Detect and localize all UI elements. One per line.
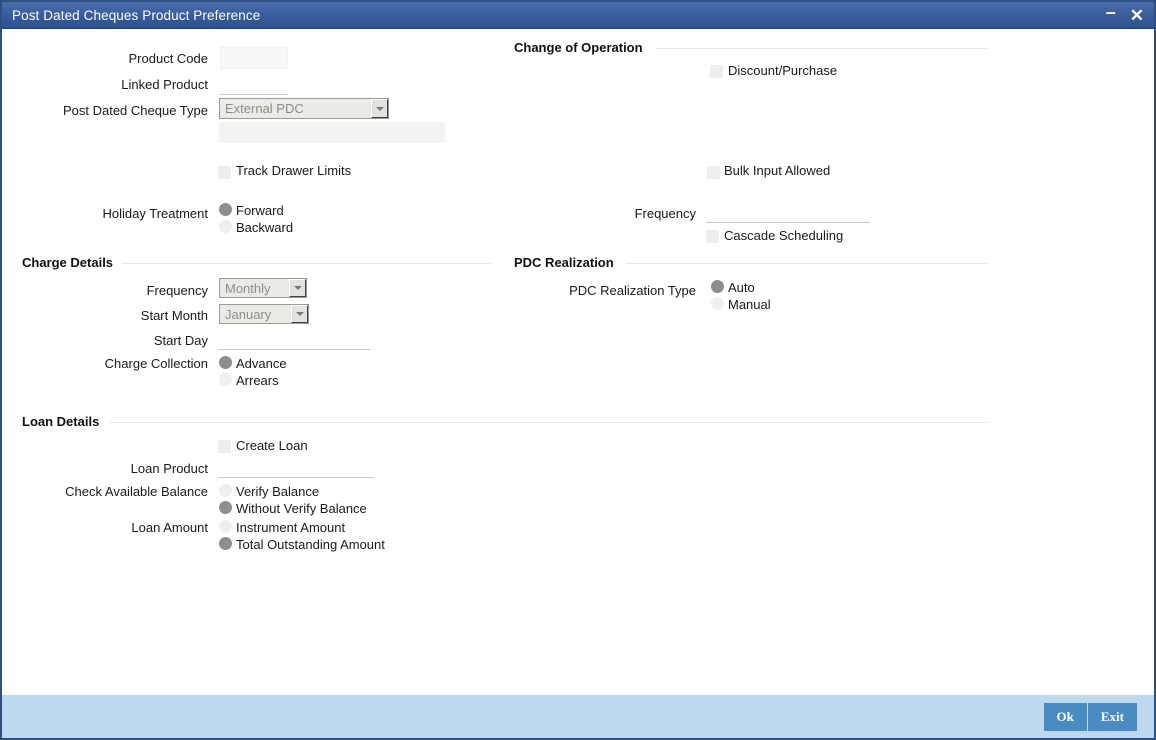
charge-details-divider bbox=[122, 263, 491, 264]
pdc-type-select[interactable]: External PDC bbox=[219, 98, 389, 119]
operation-frequency-input[interactable] bbox=[706, 201, 870, 223]
charge-collection-advance-radio[interactable] bbox=[219, 356, 232, 369]
start-day-label: Start Day bbox=[153, 333, 208, 348]
window-title: Post Dated Cheques Product Preference bbox=[12, 7, 261, 23]
pdc-type-select-value: External PDC bbox=[225, 101, 304, 116]
pdc-realization-manual-radio[interactable] bbox=[711, 297, 724, 310]
footer-bar: Ok Exit bbox=[2, 695, 1154, 738]
loan-details-divider bbox=[110, 422, 988, 423]
close-icon[interactable]: ✕ bbox=[1130, 7, 1144, 24]
pdc-realization-type-label: PDC Realization Type bbox=[569, 283, 696, 298]
linked-product-label: Linked Product bbox=[121, 77, 208, 92]
pdc-realization-manual-label: Manual bbox=[728, 297, 771, 312]
holiday-treatment-backward-label: Backward bbox=[236, 220, 294, 235]
pdc-realization-section-title: PDC Realization bbox=[514, 255, 614, 270]
pdc-realization-auto-label: Auto bbox=[728, 280, 755, 295]
product-code-label: Product Code bbox=[128, 51, 209, 66]
minimize-icon[interactable]: – bbox=[1106, 3, 1116, 21]
charge-collection-advance-label: Advance bbox=[236, 356, 287, 371]
chevron-down-icon[interactable] bbox=[371, 99, 388, 118]
holiday-treatment-forward-label: Forward bbox=[236, 203, 284, 218]
product-code-input[interactable] bbox=[220, 47, 288, 69]
pdc-realization-auto-radio[interactable] bbox=[711, 280, 724, 293]
create-loan-checkbox[interactable] bbox=[218, 440, 231, 453]
holiday-treatment-backward-radio[interactable] bbox=[219, 220, 232, 233]
verify-balance-radio[interactable] bbox=[219, 484, 232, 497]
start-month-select[interactable]: January bbox=[219, 304, 309, 324]
charge-frequency-label: Frequency bbox=[146, 283, 208, 298]
pdc-realization-divider bbox=[626, 263, 988, 264]
instrument-amount-radio[interactable] bbox=[219, 520, 232, 533]
form-content: Product Code Linked Product Post Dated C… bbox=[2, 29, 1154, 695]
dialog-window: Post Dated Cheques Product Preference – … bbox=[0, 0, 1156, 740]
cascade-scheduling-checkbox[interactable] bbox=[706, 230, 719, 243]
footer-actions: Ok Exit bbox=[1043, 702, 1137, 731]
instrument-amount-label: Instrument Amount bbox=[236, 520, 346, 535]
start-month-select-value: January bbox=[225, 306, 272, 322]
loan-details-section-title: Loan Details bbox=[22, 414, 100, 429]
window-controls: – ✕ bbox=[1106, 2, 1154, 28]
pdc-type-extra-field[interactable] bbox=[219, 122, 445, 143]
total-outstanding-amount-label: Total Outstanding Amount bbox=[236, 537, 385, 552]
track-drawer-limits-checkbox[interactable] bbox=[218, 166, 231, 179]
chevron-down-icon[interactable] bbox=[289, 279, 306, 297]
operation-frequency-label: Frequency bbox=[634, 206, 696, 221]
ok-button[interactable]: Ok bbox=[1043, 702, 1087, 731]
charge-frequency-select-value: Monthly bbox=[225, 280, 271, 296]
change-of-operation-section-title: Change of Operation bbox=[514, 40, 643, 55]
charge-collection-label: Charge Collection bbox=[104, 356, 208, 371]
bulk-input-allowed-label: Bulk Input Allowed bbox=[724, 163, 831, 178]
track-drawer-limits-label: Track Drawer Limits bbox=[236, 163, 352, 178]
pdc-type-label: Post Dated Cheque Type bbox=[62, 103, 208, 118]
charge-collection-arrears-label: Arrears bbox=[236, 373, 279, 388]
total-outstanding-amount-radio[interactable] bbox=[219, 537, 232, 550]
charge-collection-arrears-radio[interactable] bbox=[219, 373, 232, 386]
exit-button[interactable]: Exit bbox=[1087, 702, 1137, 731]
charge-frequency-select[interactable]: Monthly bbox=[219, 278, 307, 298]
start-month-label: Start Month bbox=[140, 308, 208, 323]
title-bar: Post Dated Cheques Product Preference – … bbox=[2, 2, 1154, 29]
create-loan-label: Create Loan bbox=[236, 438, 308, 453]
loan-amount-label: Loan Amount bbox=[131, 520, 208, 535]
without-verify-balance-radio[interactable] bbox=[219, 501, 232, 514]
cascade-scheduling-label: Cascade Scheduling bbox=[724, 228, 844, 243]
change-of-operation-divider bbox=[656, 48, 988, 49]
bulk-input-allowed-checkbox[interactable] bbox=[707, 166, 720, 179]
loan-product-input[interactable] bbox=[219, 457, 374, 478]
verify-balance-label: Verify Balance bbox=[236, 484, 320, 499]
discount-purchase-checkbox[interactable] bbox=[710, 65, 723, 78]
linked-product-input[interactable] bbox=[220, 73, 288, 95]
without-verify-balance-label: Without Verify Balance bbox=[236, 501, 367, 516]
loan-product-label: Loan Product bbox=[130, 461, 208, 476]
discount-purchase-label: Discount/Purchase bbox=[728, 63, 838, 78]
charge-details-section-title: Charge Details bbox=[22, 255, 114, 270]
chevron-down-icon[interactable] bbox=[291, 305, 308, 323]
start-day-input[interactable] bbox=[219, 329, 371, 350]
holiday-treatment-label: Holiday Treatment bbox=[102, 206, 209, 221]
check-available-balance-label: Check Available Balance bbox=[65, 484, 208, 499]
holiday-treatment-forward-radio[interactable] bbox=[219, 203, 232, 216]
